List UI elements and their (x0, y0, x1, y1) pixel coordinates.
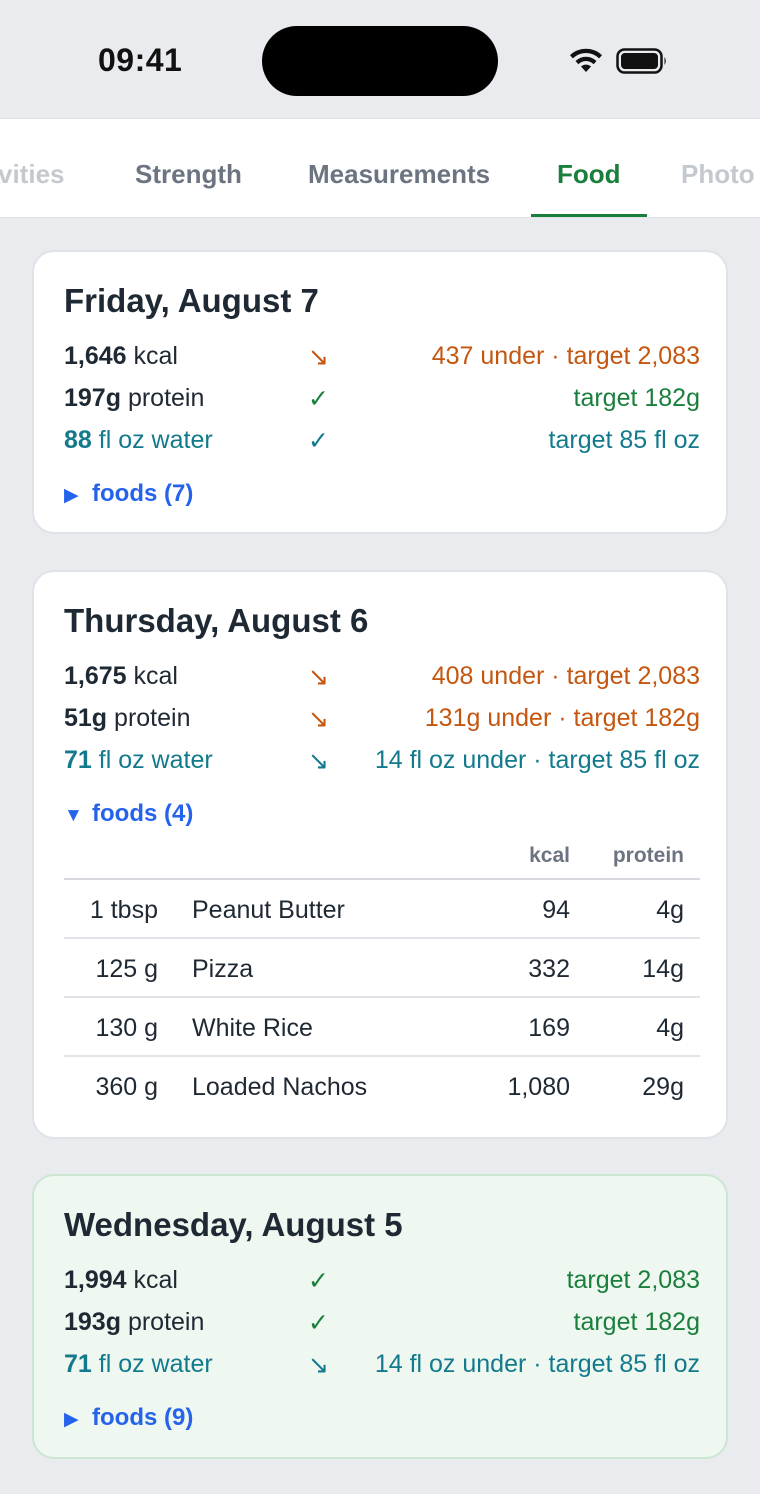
water-row: 88 fl oz water ✓ target 85 fl oz (64, 426, 700, 460)
table-row: 1 tbsp Peanut Butter 94 4g (64, 880, 700, 939)
protein-row: 193g protein ✓ target 182g (64, 1308, 700, 1342)
foods-disclosure-toggle[interactable]: ▶ foods (9) (64, 1404, 193, 1432)
below-target-arrow-icon: ↘ (308, 663, 329, 691)
battery-icon (616, 48, 666, 74)
water-value: 88 (64, 426, 92, 454)
water-value: 71 (64, 1350, 92, 1378)
food-kcal: 94 (542, 896, 570, 924)
food-quantity: 1 tbsp (89, 896, 158, 924)
food-name: Peanut Butter (192, 896, 345, 924)
protein-value: 51g (64, 704, 108, 732)
protein-unit: protein (127, 384, 205, 412)
protein-target-note: target 182g (573, 1308, 701, 1336)
day-card: Wednesday, August 5 1,994 kcal ✓ target … (32, 1174, 728, 1459)
below-target-arrow-icon: ↘ (308, 747, 329, 775)
water-row: 71 fl oz water ↘ 14 fl oz under · target… (64, 1350, 700, 1384)
kcal-row: 1,675 kcal ↘ 408 under · target 2,083 (64, 662, 700, 696)
protein-target-note: target 182g (573, 384, 701, 412)
kcal-unit: kcal (133, 1266, 178, 1294)
kcal-target-note: target 2,083 (566, 1266, 700, 1294)
below-target-arrow-icon: ↘ (308, 705, 329, 733)
food-kcal: 169 (528, 1014, 570, 1042)
protein-unit: protein (127, 1308, 205, 1336)
food-protein: 14g (642, 955, 684, 983)
food-protein: 4g (656, 1014, 684, 1042)
wifi-icon (570, 48, 602, 72)
status-bar: 09:41 (0, 0, 760, 118)
kcal-value: 1,646 (64, 342, 127, 370)
protein-row: 197g protein ✓ target 182g (64, 384, 700, 418)
water-value: 71 (64, 746, 92, 774)
kcal-row: 1,994 kcal ✓ target 2,083 (64, 1266, 700, 1300)
food-kcal: 1,080 (507, 1073, 570, 1101)
foods-disclosure-toggle[interactable]: ▼ foods (4) (64, 800, 193, 828)
protein-target-note: 131g under · target 182g (424, 704, 700, 732)
disclosure-triangle-right-icon: ▶ (64, 1409, 79, 1430)
day-title: Wednesday, August 5 (64, 1206, 403, 1243)
kcal-value: 1,994 (64, 1266, 127, 1294)
protein-value: 197g (64, 384, 121, 412)
column-header-protein: protein (612, 844, 684, 867)
food-name: White Rice (192, 1014, 313, 1042)
food-quantity: 360 g (95, 1073, 158, 1101)
food-name: Loaded Nachos (192, 1073, 368, 1101)
check-icon: ✓ (308, 385, 329, 413)
kcal-unit: kcal (133, 342, 178, 370)
day-title: Friday, August 7 (64, 282, 319, 319)
food-quantity: 130 g (95, 1014, 158, 1042)
water-target-note: 14 fl oz under · target 85 fl oz (374, 746, 700, 774)
tab-food[interactable]: Food (557, 159, 621, 190)
foods-table: kcal protein 1 tbsp Peanut Butter 94 4g … (64, 836, 700, 1116)
day-card: Friday, August 7 1,646 kcal ↘ 437 under … (32, 250, 728, 534)
water-unit: fl oz water (98, 426, 213, 454)
kcal-unit: kcal (133, 662, 178, 690)
tab-strength[interactable]: Strength (135, 159, 242, 190)
foods-disclosure-toggle[interactable]: ▶ foods (7) (64, 480, 193, 508)
status-time: 09:41 (98, 42, 183, 78)
active-tab-indicator (531, 214, 647, 217)
protein-row: 51g protein ↘ 131g under · target 182g (64, 704, 700, 738)
check-icon: ✓ (308, 1267, 329, 1295)
kcal-target-note: 437 under · target 2,083 (431, 342, 700, 370)
section-tab-bar: vities Strength Measurements Food Photo (0, 118, 760, 218)
kcal-row: 1,646 kcal ↘ 437 under · target 2,083 (64, 342, 700, 376)
below-target-arrow-icon: ↘ (308, 343, 329, 371)
tab-measurements[interactable]: Measurements (308, 159, 490, 190)
day-card: Thursday, August 6 1,675 kcal ↘ 408 unde… (32, 570, 728, 1139)
water-row: 71 fl oz water ↘ 14 fl oz under · target… (64, 746, 700, 780)
below-target-arrow-icon: ↘ (308, 1351, 329, 1379)
table-row: 125 g Pizza 332 14g (64, 939, 700, 998)
protein-value: 193g (64, 1308, 121, 1336)
check-icon: ✓ (308, 1309, 329, 1337)
foods-toggle-label: foods (7) (92, 480, 194, 507)
day-title: Thursday, August 6 (64, 602, 369, 639)
food-kcal: 332 (528, 955, 570, 983)
disclosure-triangle-right-icon: ▶ (64, 485, 79, 506)
food-name: Pizza (192, 955, 254, 983)
water-target-note: target 85 fl oz (548, 426, 700, 454)
disclosure-triangle-down-icon: ▼ (64, 805, 83, 826)
foods-toggle-label: foods (9) (92, 1404, 194, 1431)
protein-unit: protein (114, 704, 191, 732)
food-protein: 29g (642, 1073, 684, 1101)
kcal-target-note: 408 under · target 2,083 (431, 662, 700, 690)
water-unit: fl oz water (98, 1350, 213, 1378)
food-protein: 4g (656, 896, 684, 924)
water-target-note: 14 fl oz under · target 85 fl oz (374, 1350, 700, 1378)
food-quantity: 125 g (95, 955, 158, 983)
check-icon: ✓ (308, 427, 329, 455)
tab-photos[interactable]: Photo (681, 159, 755, 190)
kcal-value: 1,675 (64, 662, 127, 690)
water-unit: fl oz water (98, 746, 213, 774)
dynamic-island (262, 26, 498, 96)
table-row: 360 g Loaded Nachos 1,080 29g (64, 1057, 700, 1116)
foods-table-header: kcal protein (64, 836, 700, 880)
table-row: 130 g White Rice 169 4g (64, 998, 700, 1057)
column-header-kcal: kcal (529, 844, 570, 867)
tab-activities[interactable]: vities (0, 159, 65, 190)
foods-toggle-label: foods (4) (92, 800, 194, 827)
